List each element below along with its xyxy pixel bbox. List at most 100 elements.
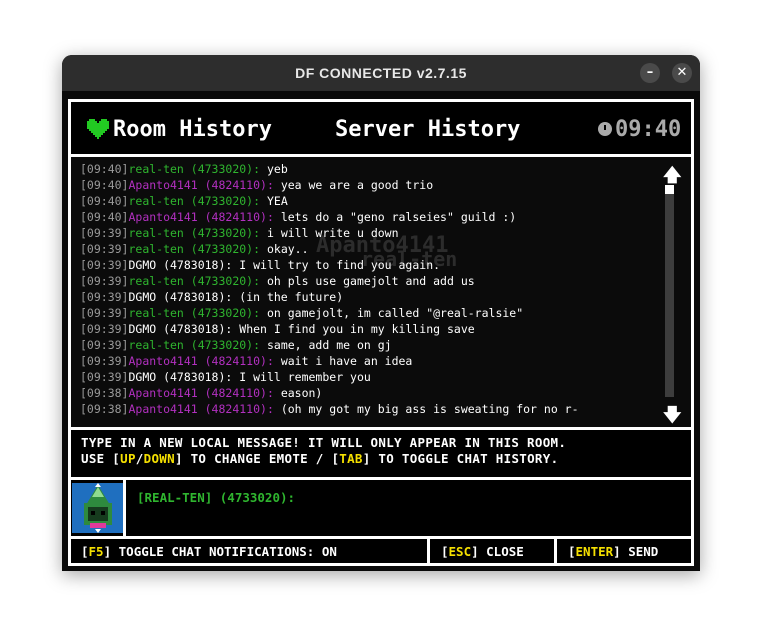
chat-message: [09:39]DGMO (4783018): I will try to fin… [80,257,650,273]
key-f5: F5 [88,544,104,559]
message-text: on gamejolt, im called "@real-ralsie" [266,306,524,320]
chat-message: [09:39]real-ten (4733020): okay.. [80,241,650,257]
message-author: real-ten (4733020): [128,274,261,288]
message-author: real-ten (4733020): [128,338,261,352]
chat-message: [09:39]DGMO (4783018): (in the future) [80,289,650,305]
bracket: [ [568,544,576,559]
close-hint[interactable]: [ESC] CLOSE [441,544,524,559]
chat-message: [09:39]DGMO (4783018): I will remember y… [80,369,650,385]
tab-server-history[interactable]: Server History [335,117,520,142]
chat-history[interactable]: Apanto4141 real-ten [09:40]real-ten (473… [71,157,691,427]
clock-time: 09:40 [615,117,682,142]
message-text: wait i have an idea [280,354,413,368]
message-timestamp: [09:39] [80,306,129,320]
key-up: UP [120,451,136,466]
message-input-row[interactable]: [REAL-TEN] (4733020): [71,480,691,536]
title-bar[interactable]: DF CONNECTED v2.7.15 – ✕ [62,55,700,91]
message-timestamp: [09:40] [80,178,129,192]
minimize-button[interactable]: – [640,63,660,83]
heart-icon [87,119,109,139]
scrollbar-track[interactable] [665,185,674,397]
message-timestamp: [09:38] [80,402,129,416]
message-text: When I find you in my killing save [239,322,475,336]
close-label: ] CLOSE [471,544,524,559]
footer-divider [554,539,557,566]
footer: [F5] TOGGLE CHAT NOTIFICATIONS: ON [ESC]… [71,539,691,566]
message-text: eason) [280,386,323,400]
message-list: [09:40]real-ten (4733020): yeb [09:40]Apa… [80,161,650,417]
chat-message: [09:39]Apanto4141 (4824110): wait i have… [80,353,650,369]
message-timestamp: [09:40] [80,194,129,208]
message-author: DGMO (4783018): [128,258,233,272]
message-text: (oh my got my big ass is sweating for no… [280,402,579,416]
message-timestamp: [09:39] [80,290,129,304]
message-timestamp: [09:39] [80,354,129,368]
message-timestamp: [09:39] [80,242,129,256]
scroll-down-arrow-icon[interactable]: 🡇 [663,403,682,427]
scrollbar-thumb[interactable] [665,185,674,194]
message-timestamp: [09:39] [80,274,129,288]
key-enter: ENTER [575,544,614,559]
message-text: yeb [266,162,288,176]
message-author: real-ten (4733020): [128,194,261,208]
chat-message: [09:39]real-ten (4733020): i will write … [80,225,650,241]
tab-room-history[interactable]: Room History [113,117,272,142]
message-text: same, add me on gj [266,338,392,352]
avatar[interactable] [72,483,124,533]
message-text: lets do a "geno ralseies" guild :) [280,210,517,224]
message-author: real-ten (4733020): [128,162,261,176]
key-down: DOWN [143,451,175,466]
clock-icon [598,122,612,136]
key-esc: ESC [448,544,472,559]
message-author: real-ten (4733020): [128,242,261,256]
message-text: I will remember you [239,370,371,384]
instructions-text: ] TO CHANGE EMOTE / [ [174,451,340,466]
instructions-text: / [135,451,144,466]
chat-message: [09:40]real-ten (4733020): yeb [80,161,650,177]
chat-divider [71,427,691,430]
chat-message: [09:39]real-ten (4733020): same, add me … [80,337,650,353]
send-label: ] SEND [613,544,659,559]
avatar-divider [123,480,126,536]
message-author: Apanto4141 (4824110): [128,354,274,368]
chat-message: [09:39]real-ten (4733020): oh pls use ga… [80,273,650,289]
chat-message: [09:38]Apanto4141 (4824110): eason) [80,385,650,401]
ralsei-emote-icon [72,483,124,533]
message-author: DGMO (4783018): [128,370,233,384]
message-timestamp: [09:40] [80,162,129,176]
toggle-notifications-hint[interactable]: [F5] TOGGLE CHAT NOTIFICATIONS: ON [81,544,337,559]
window-title: DF CONNECTED v2.7.15 [295,65,467,81]
message-text: I will try to find you again. [239,258,441,272]
send-hint[interactable]: [ENTER] SEND [568,544,658,559]
chat-message: [09:40]Apanto4141 (4824110): lets do a "… [80,209,650,225]
chat-message: [09:38]Apanto4141 (4824110): (oh my got … [80,401,650,417]
toggle-notifications-label: ] TOGGLE CHAT NOTIFICATIONS: ON [103,544,337,559]
key-tab: TAB [339,451,363,466]
message-author: Apanto4141 (4824110): [128,386,274,400]
bracket: [ [81,544,89,559]
message-text: i will write u down [266,226,399,240]
message-text: YEA [266,194,288,208]
message-timestamp: [09:38] [80,386,129,400]
message-timestamp: [09:39] [80,258,129,272]
chat-panel: Room History Server History 09:40 Apanto… [68,99,694,566]
chat-message: [09:40]Apanto4141 (4824110): yea we are … [80,177,650,193]
message-text: yea we are a good trio [280,178,434,192]
message-input-prompt[interactable]: [REAL-TEN] (4733020): [137,490,295,505]
message-author: DGMO (4783018): [128,290,233,304]
message-text: (in the future) [239,290,344,304]
chat-message: [09:39]DGMO (4783018): When I find you i… [80,321,650,337]
instructions-text: ] TO TOGGLE CHAT HISTORY. [362,451,559,466]
message-text: okay.. [266,242,309,256]
message-author: DGMO (4783018): [128,322,233,336]
app-window: DF CONNECTED v2.7.15 – ✕ Room History Se… [62,55,700,571]
close-window-button[interactable]: ✕ [672,63,692,83]
message-author: real-ten (4733020): [128,226,261,240]
bracket: [ [441,544,449,559]
message-timestamp: [09:40] [80,210,129,224]
message-author: Apanto4141 (4824110): [128,402,274,416]
instructions-line-1: TYPE IN A NEW LOCAL MESSAGE! IT WILL ONL… [81,435,567,450]
message-author: Apanto4141 (4824110): [128,178,274,192]
message-text: oh pls use gamejolt and add us [266,274,475,288]
footer-divider [427,539,430,566]
